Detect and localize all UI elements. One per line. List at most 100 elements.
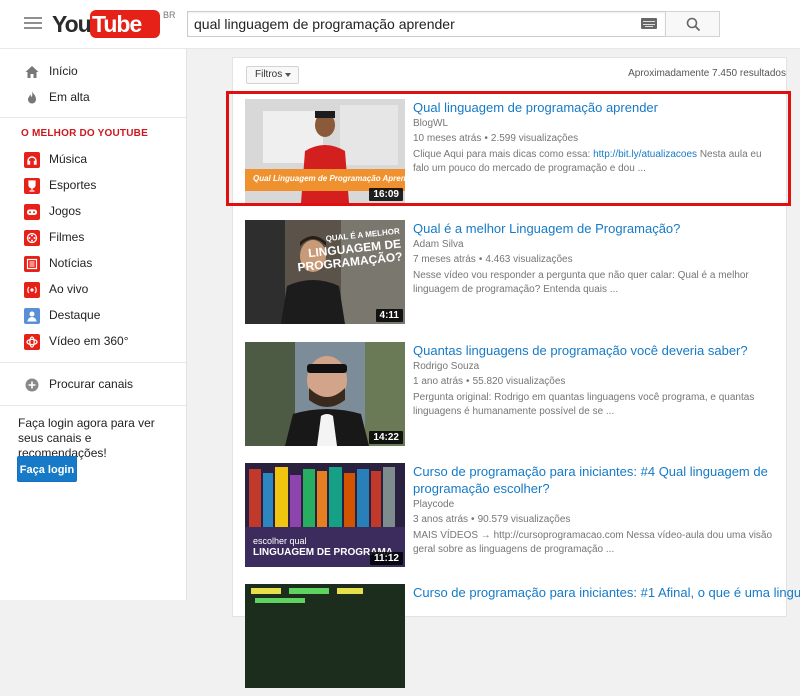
sidebar-item-label: Jogos: [49, 204, 82, 218]
logo-region: BR: [163, 10, 176, 20]
video-description: Clique Aqui para mais dicas como essa: h…: [413, 148, 773, 176]
upload-age: 3 anos atrás: [413, 514, 469, 525]
meta-separator: •: [471, 514, 475, 525]
filters-label: Filtros: [255, 69, 283, 80]
live-icon: [24, 282, 40, 298]
video-thumbnail[interactable]: Qual Linguagem de Programação Aprender ?…: [245, 99, 405, 203]
sidebar-item-label: Notícias: [49, 256, 93, 270]
video-title[interactable]: Qual é a melhor Linguagem de Programação…: [413, 220, 773, 237]
sidebar: Início Em alta O MELHOR DO YOUTUBE Músic…: [0, 49, 187, 600]
sidebar-item-label: Início: [49, 64, 78, 78]
sidebar-item-sports[interactable]: Esportes: [0, 173, 186, 199]
upload-age: 7 meses atrás: [413, 254, 476, 265]
spotlight-icon: [24, 308, 40, 324]
sidebar-item-home[interactable]: Início: [0, 59, 186, 85]
view-count: 4.463 visualizações: [485, 254, 573, 265]
thumbnail-caption-line: escolher qual: [253, 536, 307, 546]
results-divider: [233, 92, 786, 93]
sidebar-item-music[interactable]: Música: [0, 147, 186, 173]
video-thumbnail[interactable]: QUAL É A MELHOR LINGUAGEM DE PROGRAMAÇÃO…: [245, 220, 405, 324]
result-item: escolher qual LINGUAGEM DE PROGRAMA 11:1…: [233, 463, 786, 575]
sidebar-item-gaming[interactable]: Jogos: [0, 199, 186, 225]
video-meta: 10 meses atrás • 2.599 visualizações: [413, 133, 578, 144]
video-description: MAIS VÍDEOS → http://cursoprogramacao.co…: [413, 530, 773, 555]
best-of-youtube-title: O MELHOR DO YOUTUBE: [21, 128, 148, 139]
thumbnail-caption: Qual Linguagem de Programação Aprender ?: [253, 174, 405, 183]
masthead: You Tube BR: [0, 0, 800, 49]
login-prompt: Faça login agora para ver seus canais e …: [18, 416, 155, 460]
filters-button[interactable]: Filtros: [246, 66, 299, 84]
sports-icon: [24, 178, 40, 194]
description-link[interactable]: http://bit.ly/atualizacoes: [593, 149, 697, 160]
result-item: QUAL É A MELHOR LINGUAGEM DE PROGRAMAÇÃO…: [233, 220, 786, 332]
video-title[interactable]: Quantas linguagens de programação você d…: [413, 342, 773, 359]
video-description: Pergunta original: Rodrigo em quantas li…: [413, 392, 755, 417]
result-item: Curso de programação para iniciantes: #1…: [233, 584, 800, 696]
sidebar-item-label: Filmes: [49, 230, 85, 244]
sidebar-item-label: Esportes: [49, 178, 97, 192]
add-circle-icon: [25, 378, 39, 392]
menu-icon[interactable]: [24, 15, 42, 33]
sidebar-divider: [0, 362, 186, 363]
video-title[interactable]: Curso de programação para iniciantes: #4…: [413, 463, 773, 497]
sidebar-item-label: Música: [49, 152, 88, 166]
video-thumbnail[interactable]: escolher qual LINGUAGEM DE PROGRAMA 11:1…: [245, 463, 405, 567]
sidebar-divider: [0, 117, 186, 118]
360-video-icon: [24, 334, 40, 350]
results-count: Aproximadamente 7.450 resultados: [628, 68, 786, 79]
login-button[interactable]: Faça login: [17, 456, 77, 482]
sidebar-item-live[interactable]: Ao vivo: [0, 277, 186, 303]
video-meta: 3 anos atrás • 90.579 visualizações: [413, 514, 570, 525]
meta-separator: •: [478, 254, 483, 265]
result-item: 14:22 Quantas linguagens de programação …: [233, 342, 786, 454]
search-results: Filtros Aproximadamente 7.450 resultados…: [232, 57, 800, 688]
sidebar-item-browse-channels[interactable]: Procurar canais: [0, 372, 186, 398]
video-duration: 16:09: [369, 188, 403, 201]
video-title[interactable]: Qual linguagem de programação aprender: [413, 99, 773, 116]
upload-age: 1 ano atrás: [413, 376, 464, 387]
chevron-down-icon: [285, 73, 291, 77]
sidebar-item-trending[interactable]: Em alta: [0, 85, 186, 111]
channel-name[interactable]: Adam Silva: [413, 239, 464, 250]
channel-name[interactable]: Playcode: [413, 499, 454, 510]
video-title[interactable]: Curso de programação para iniciantes: #1…: [413, 584, 800, 601]
video-thumbnail[interactable]: 14:22: [245, 342, 405, 446]
sidebar-item-label: Em alta: [49, 90, 90, 104]
sidebar-item-label: Ao vivo: [49, 282, 89, 296]
sidebar-item-news[interactable]: Notícias: [0, 251, 186, 277]
video-description: Nesse vídeo vou responder a pergunta que…: [413, 270, 749, 295]
channel-name[interactable]: BlogWL: [413, 118, 448, 129]
meta-separator: •: [466, 376, 470, 387]
search-box: [187, 11, 665, 37]
sidebar-item-spotlight[interactable]: Destaque: [0, 303, 186, 329]
video-duration: 4:11: [375, 309, 403, 322]
search-input[interactable]: [188, 12, 628, 36]
search-icon: [686, 17, 701, 32]
news-icon: [24, 256, 40, 272]
sidebar-item-360-video[interactable]: Vídeo em 360°: [0, 329, 186, 355]
channel-name[interactable]: Rodrigo Souza: [413, 361, 479, 372]
description-text: Clique Aqui para mais dicas como essa:: [413, 149, 594, 160]
logo-tube-box: Tube: [90, 10, 160, 38]
sidebar-item-movies[interactable]: Filmes: [0, 225, 186, 251]
logo-you-text: You: [52, 11, 92, 37]
video-duration: 11:12: [369, 552, 403, 565]
video-duration: 14:22: [369, 431, 403, 444]
logo-tube-text: Tube: [92, 11, 142, 37]
meta-separator: •: [484, 133, 488, 144]
video-meta: 1 ano atrás • 55.820 visualizações: [413, 376, 565, 387]
upload-age: 10 meses atrás: [413, 133, 482, 144]
video-meta: 7 meses atrás • 4.463 visualizações: [413, 254, 573, 265]
trending-icon: [28, 91, 36, 104]
gaming-icon: [24, 204, 40, 220]
sidebar-item-label: Procurar canais: [49, 377, 134, 391]
home-icon: [25, 66, 39, 78]
search-button[interactable]: [665, 11, 720, 37]
sidebar-item-label: Vídeo em 360°: [49, 334, 129, 348]
sidebar-item-label: Destaque: [49, 308, 101, 322]
music-icon: [24, 152, 40, 168]
keyboard-icon[interactable]: [641, 18, 657, 29]
view-count: 2.599 visualizações: [490, 133, 579, 144]
sidebar-divider: [0, 405, 186, 406]
movies-icon: [24, 230, 40, 246]
